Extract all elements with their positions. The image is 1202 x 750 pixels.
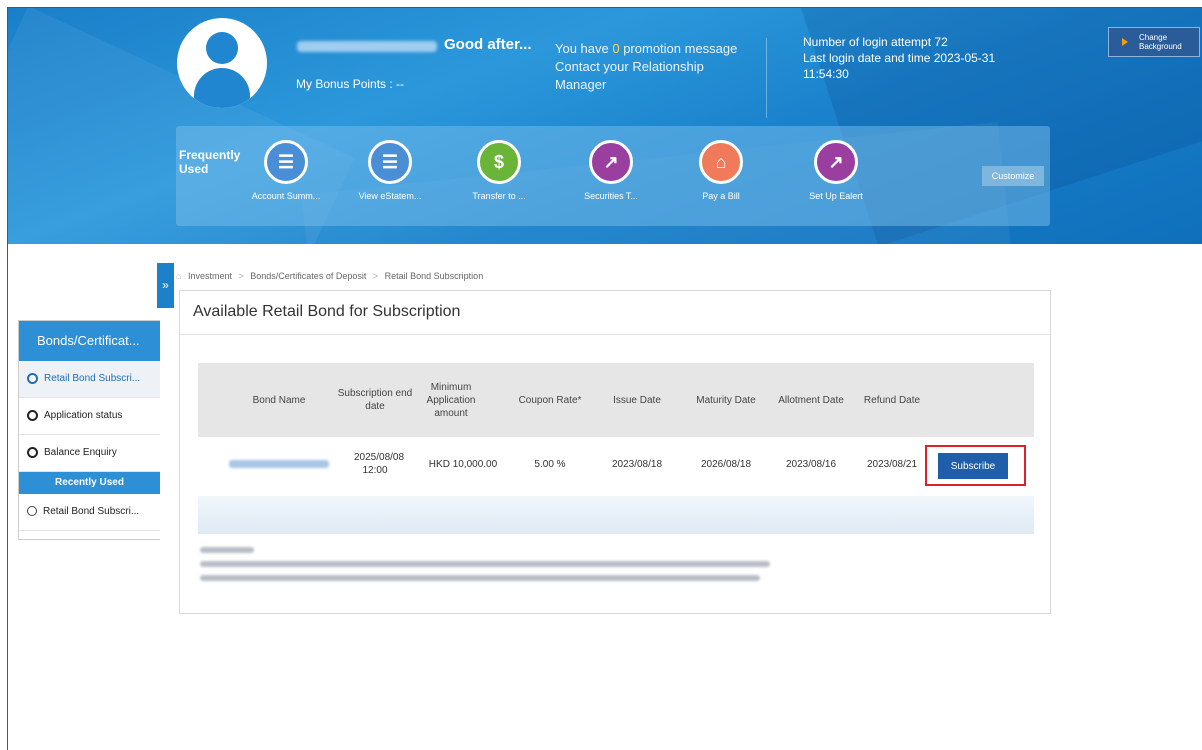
sidebar-title: Bonds/Certificat... — [19, 321, 160, 361]
account-summary-icon: ☰ — [264, 140, 308, 184]
sidebar-item-label: Retail Bond Subscri... — [44, 373, 141, 384]
quick-link-account-summary[interactable]: ☰ Account Summ... — [236, 140, 336, 201]
avatar[interactable] — [177, 18, 267, 108]
avatar-person-icon — [206, 32, 238, 64]
bullet-icon — [27, 446, 38, 458]
sidebar-item-balance-enquiry[interactable]: Balance Enquiry — [19, 435, 160, 472]
quick-link-label: Account Summ... — [251, 191, 321, 201]
cell-min-amount: HKD 10,000.00 — [428, 458, 498, 470]
recently-used-header: Recently Used — [19, 472, 160, 494]
col-subscription-end: Subscription end date — [337, 388, 413, 412]
col-min-amount: Minimum Application amount — [426, 381, 476, 419]
breadcrumb-investment[interactable]: Investment — [188, 271, 232, 281]
username-redacted — [297, 41, 437, 52]
quick-link-securities[interactable]: ↗ Securities T... — [561, 140, 661, 201]
col-allotment-date: Allotment Date — [778, 394, 844, 406]
page-title: Available Retail Bond for Subscription — [193, 303, 461, 320]
ealert-chart-icon: ↗ — [814, 140, 858, 184]
quick-link-label: Transfer to ... — [472, 191, 526, 201]
col-refund-date: Refund Date — [863, 394, 921, 406]
col-bond-name: Bond Name — [252, 394, 306, 406]
recent-item-retail-bond[interactable]: Retail Bond Subscri... — [19, 494, 160, 531]
change-background-button[interactable]: Change Background — [1108, 27, 1200, 57]
home-icon[interactable]: ⌂ — [176, 271, 181, 281]
quick-link-estatement[interactable]: ☰ View eStatem... — [340, 140, 440, 201]
change-background-label: Change Background — [1139, 33, 1182, 51]
sidebar-item-application-status[interactable]: Application status — [19, 398, 160, 435]
recent-item-label: Retail Bond Subscri... — [43, 506, 140, 517]
breadcrumb: ⌂ Investment > Bonds/Certificates of Dep… — [176, 271, 484, 281]
clock-icon — [27, 506, 37, 517]
frequently-used-label: Frequently Used — [179, 148, 241, 176]
securities-chart-icon: ↗ — [589, 140, 633, 184]
col-issue-date: Issue Date — [613, 394, 661, 406]
header-divider — [766, 38, 767, 118]
quick-link-transfer[interactable]: $ Transfer to ... — [449, 140, 549, 201]
contact-manager-link[interactable]: Contact your Relationship Manager — [555, 58, 745, 94]
cell-issue-date: 2023/08/18 — [611, 458, 663, 470]
sidebar-item-retail-bond[interactable]: Retail Bond Subscri... — [19, 361, 160, 398]
subscribe-button[interactable]: Subscribe — [938, 453, 1008, 479]
bond-name-link[interactable] — [220, 437, 338, 491]
cell-refund-date: 2023/08/21 — [866, 458, 918, 470]
sidebar: Bonds/Certificat... Retail Bond Subscri.… — [18, 320, 160, 540]
bullet-icon — [27, 372, 38, 384]
customize-button[interactable]: Customize — [982, 166, 1044, 186]
col-coupon-rate: Coupon Rate* — [518, 394, 582, 406]
greeting-text: Good after... — [444, 36, 532, 53]
cell-coupon-rate: 5.00 % — [534, 458, 566, 470]
quick-link-label: View eStatem... — [358, 191, 422, 201]
double-chevron-right-icon: » — [162, 278, 169, 292]
breadcrumb-current: Retail Bond Subscription — [384, 271, 484, 281]
sidebar-item-label: Balance Enquiry — [44, 447, 117, 458]
breadcrumb-bonds[interactable]: Bonds/Certificates of Deposit — [250, 271, 366, 281]
col-maturity-date: Maturity Date — [696, 394, 756, 406]
quick-link-label: Securities T... — [584, 191, 638, 201]
play-arrow-icon — [1122, 38, 1128, 46]
quick-link-ealert[interactable]: ↗ Set Up Ealert — [786, 140, 886, 201]
promotion-count: 0 — [612, 41, 620, 56]
table-header: Bond Name Subscription end date Minimum … — [198, 363, 1034, 437]
estatement-icon: ☰ — [368, 140, 412, 184]
bond-panel: Available Retail Bond for Subscription B… — [179, 290, 1051, 614]
bullet-icon — [27, 409, 38, 421]
remark-section-redacted — [200, 547, 770, 589]
promotion-prefix: You have — [555, 41, 613, 56]
cell-allotment-date: 2023/08/16 — [785, 458, 837, 470]
login-info: Number of login attempt 72 Last login da… — [803, 34, 1043, 82]
table-row: 2025/08/08 12:00 HKD 10,000.00 5.00 % 20… — [198, 437, 1034, 491]
login-attempts: Number of login attempt 72 — [803, 35, 948, 49]
pay-bill-icon: ⌂ — [699, 140, 743, 184]
transfer-icon: $ — [477, 140, 521, 184]
quick-link-label: Set Up Ealert — [809, 191, 863, 201]
bond-name-redacted — [229, 460, 329, 468]
last-login: Last login date and time 2023-05-31 11:5… — [803, 51, 996, 81]
table-footer-bar — [198, 496, 1034, 534]
promotion-message[interactable]: You have 0 promotion message Contact you… — [555, 40, 745, 94]
cell-subscription-end: 2025/08/08 12:00 — [354, 452, 405, 476]
cell-maturity-date: 2026/08/18 — [700, 458, 752, 470]
bonus-points: My Bonus Points : -- — [296, 77, 405, 91]
quick-link-pay-bill[interactable]: ⌂ Pay a Bill — [671, 140, 771, 201]
quick-link-label: Pay a Bill — [702, 191, 740, 201]
promotion-suffix: promotion message — [619, 41, 738, 56]
sidebar-item-label: Application status — [44, 410, 123, 421]
sidebar-toggle[interactable]: » — [157, 263, 174, 308]
